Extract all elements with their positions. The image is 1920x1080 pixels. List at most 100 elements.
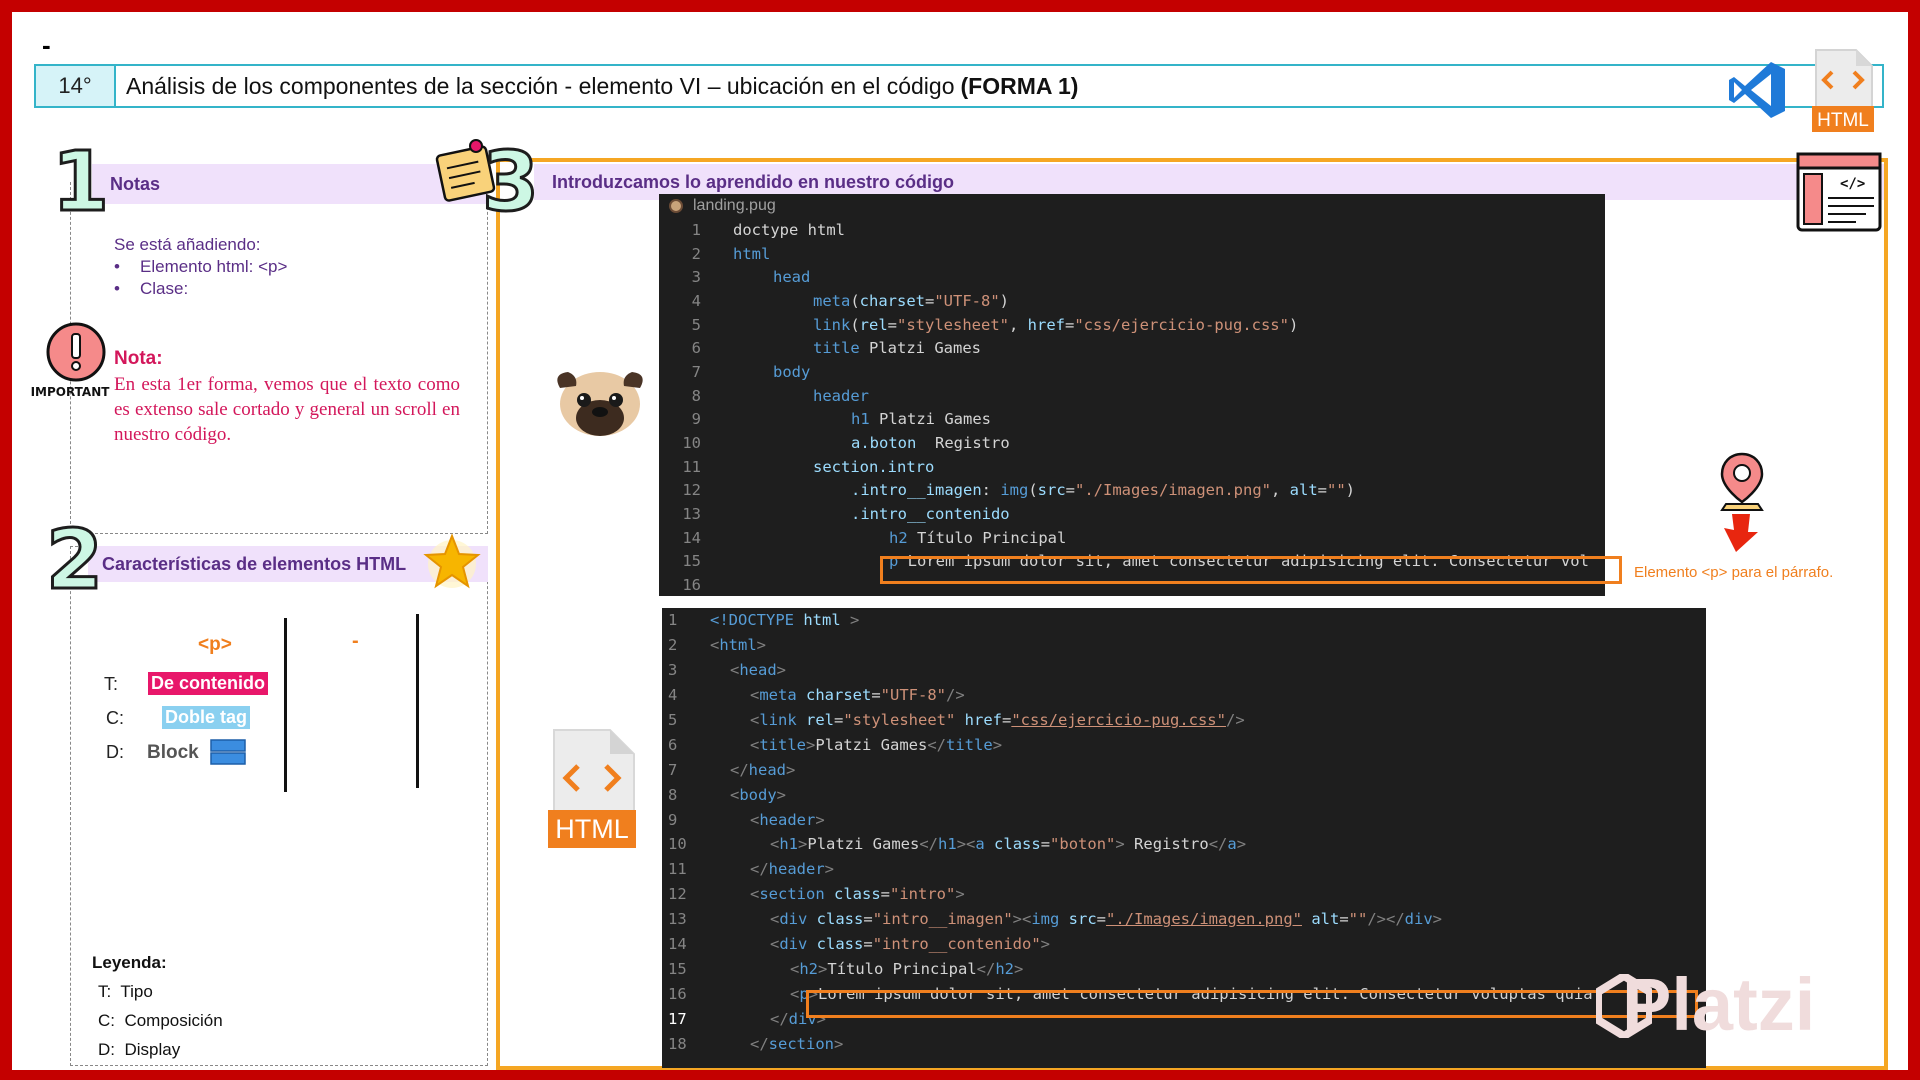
line-number: 13 (682, 505, 701, 524)
section-number-3: 3 (480, 135, 540, 230)
code-token: html (701, 245, 770, 263)
code-token: < (770, 935, 780, 954)
code-token: Platzi Games (807, 835, 920, 854)
code-token: a.boton (851, 434, 917, 453)
code-token: </ (730, 760, 749, 779)
pug-file-tab[interactable]: landing.pug (659, 194, 1605, 218)
code-token: meta (759, 686, 797, 705)
paragraph-annotation: Elemento <p> para el párrafo. (1634, 564, 1834, 581)
code-token: a (1227, 835, 1237, 854)
code-token: "stylesheet" (843, 711, 956, 729)
code-token: title (946, 735, 993, 754)
notes-heading: Notas (92, 164, 488, 204)
code-token: > (776, 785, 787, 804)
code-token: = (1065, 315, 1075, 334)
code-token: </ (750, 1034, 769, 1053)
code-token: link(rel="stylesheet", href="css/ejercic… (701, 316, 1298, 334)
code-token: > (824, 860, 835, 879)
code-token: > (1040, 935, 1051, 954)
code-token: < (750, 735, 760, 754)
code-token: = (834, 711, 844, 729)
code-token: Platzi Games (859, 339, 981, 358)
code-token: div (1404, 910, 1433, 929)
column-divider (416, 614, 419, 788)
code-line: 1 doctype html (659, 218, 1605, 242)
code-line: 3 head (659, 265, 1605, 289)
code-token: html (798, 220, 845, 239)
code-token: head (701, 268, 810, 286)
code-token: "stylesheet" (897, 315, 1009, 334)
code-token: </ (927, 735, 947, 754)
code-line: 15 <h2>Título Principal</h2> (662, 956, 1706, 981)
legend-text: D: (98, 1040, 115, 1059)
column-tag-p: <p> (198, 634, 232, 655)
line-number: 2 (691, 244, 701, 263)
notes-intro: Se está añadiendo: (114, 235, 261, 254)
code-token: class (824, 885, 881, 904)
line-number: 6 (668, 735, 678, 754)
code-token: img (1000, 481, 1029, 500)
code-token: = (871, 686, 881, 705)
code-token: = (887, 315, 898, 334)
code-token: < (770, 910, 780, 929)
code-line: 9 h1 Platzi Games (659, 408, 1605, 432)
code-line: 10 <h1>Platzi Games</h1><a class="boton">… (662, 832, 1706, 857)
code-token: <body> (682, 786, 786, 804)
legend-item: D: Display (92, 1035, 223, 1064)
code-token: alt (1289, 481, 1318, 500)
code-token: = (1065, 481, 1076, 500)
code-token: .intro__contenido (851, 505, 1010, 524)
legend-text: Composición (124, 1011, 223, 1030)
code-line: 4 meta(charset="UTF-8") (659, 289, 1605, 313)
line-number: 8 (691, 386, 701, 405)
code-line: 5 <link rel="stylesheet" href="css/ejerci… (662, 708, 1706, 733)
code-token: head (739, 661, 777, 680)
code-document-icon: </> (1796, 152, 1882, 232)
code-token: <!DOCTYPE (710, 611, 794, 630)
code-line: 5 link(rel="stylesheet", href="css/ejerci… (659, 313, 1605, 337)
code-token: = (925, 291, 935, 310)
code-line: 7 </head> (662, 757, 1706, 782)
code-token: body (739, 785, 777, 804)
slide-number: 14° (36, 66, 116, 106)
code-token: < (750, 885, 760, 904)
code-token: </ (919, 835, 939, 854)
pug-file-icon (669, 199, 683, 213)
code-token: section.intro (701, 458, 934, 476)
line-number: 11 (668, 860, 687, 879)
notes-list: Se está añadiendo: Elemento html: <p> Cl… (114, 234, 287, 300)
line-number: 1 (691, 220, 701, 239)
code-line: 9 <header> (662, 807, 1706, 832)
code-token: >< (1012, 910, 1032, 929)
code-token: charset (859, 291, 925, 310)
code-token: <!DOCTYPE html > (682, 611, 859, 629)
code-token: = (863, 935, 873, 954)
code-token: <title>Platzi Games</title> (682, 736, 1002, 754)
code-token: link (759, 711, 797, 729)
code-token: = (1317, 481, 1327, 500)
code-token: , (1270, 481, 1290, 500)
code-token: section (759, 885, 825, 904)
code-line: 14 h2 Título Principal (659, 526, 1605, 550)
legend-text: Tipo (120, 982, 153, 1001)
code-line: 11 </header> (662, 857, 1706, 882)
code-token: "./Images/imagen.png" (1106, 910, 1302, 929)
code-token: rel (859, 315, 888, 334)
code-token: ( (850, 315, 860, 334)
line-number: 16 (682, 576, 701, 595)
column-divider (284, 618, 287, 792)
code-token: ) (999, 291, 1010, 310)
line-number: 7 (668, 760, 678, 779)
code-token: alt (1301, 910, 1340, 929)
line-number: 17 (668, 1009, 687, 1028)
code-token: <meta charset="UTF-8"/> (682, 686, 965, 704)
slide: - 14° Análisis de los componentes de la … (12, 12, 1908, 1070)
line-number: 4 (668, 686, 678, 705)
code-token: /> (946, 686, 965, 705)
code-token: href (955, 711, 1002, 729)
code-token: "boton" (1050, 835, 1116, 854)
pug-code-editor[interactable]: landing.pug 1 doctype html 2 html 3 head 4m… (659, 194, 1605, 596)
code-token: = (880, 885, 891, 904)
code-token: title (759, 735, 807, 754)
code-token: meta (813, 291, 851, 310)
